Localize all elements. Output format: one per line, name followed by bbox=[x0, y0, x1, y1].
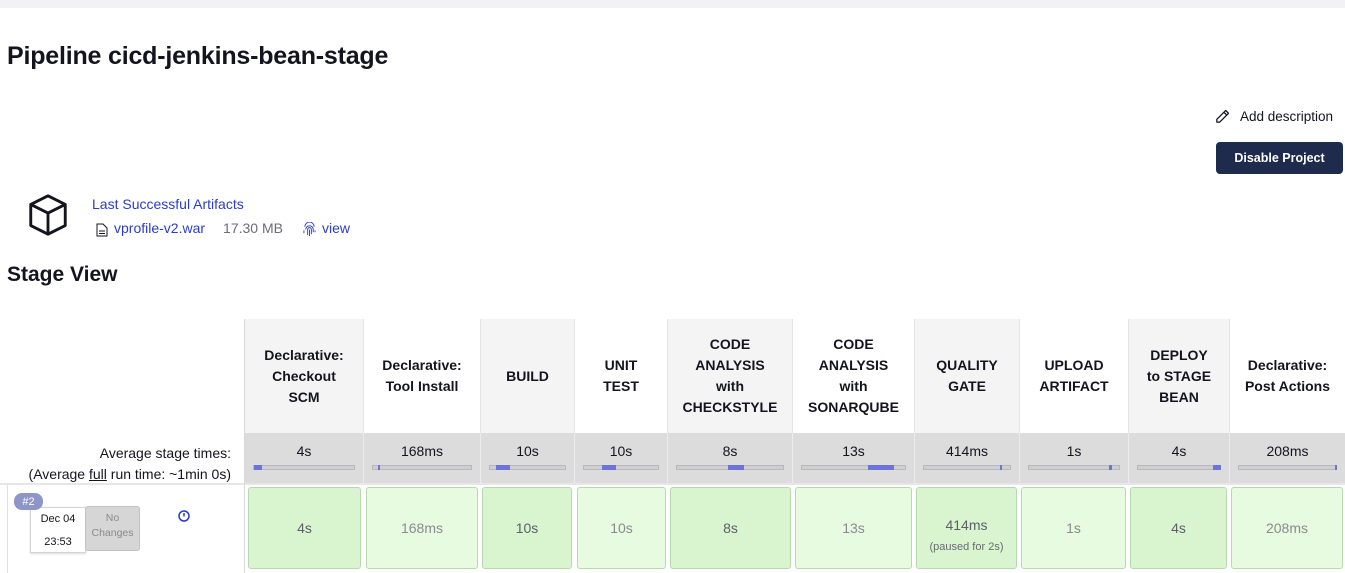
stage-result-cell[interactable]: 10s bbox=[577, 487, 666, 569]
stage-header-post-actions: Declarative: Post Actions bbox=[1230, 319, 1345, 433]
build-time: 23:53 bbox=[44, 536, 72, 548]
build-number-badge[interactable]: #2 bbox=[14, 493, 43, 510]
last-successful-artifacts-link[interactable]: Last Successful Artifacts bbox=[92, 196, 244, 212]
avg-time-cell: 8s bbox=[668, 433, 793, 483]
stage-result-cell[interactable]: 13s bbox=[795, 487, 912, 569]
stage-header-unit-test: UNIT TEST bbox=[575, 319, 668, 433]
stage-table-divider bbox=[0, 483, 1345, 485]
no-changes-box[interactable]: No Changes bbox=[85, 506, 140, 551]
stage-table-left-border bbox=[244, 319, 245, 573]
run-status-icon[interactable] bbox=[178, 510, 190, 522]
avg-time-cell: 168ms bbox=[364, 433, 481, 483]
stage-result-cell[interactable]: 4s bbox=[1130, 487, 1227, 569]
stage-header-tool-install: Declarative: Tool Install bbox=[364, 319, 481, 433]
stage-result-cell[interactable]: 414ms (paused for 2s) bbox=[916, 487, 1017, 569]
top-bar bbox=[0, 0, 1345, 8]
avg-time-cell: 4s bbox=[245, 433, 364, 483]
build-date: Dec 04 bbox=[40, 513, 76, 525]
avg-progress-bar bbox=[676, 465, 784, 470]
avg-time-cell: 208ms bbox=[1230, 433, 1345, 483]
avg-time-cell: 414ms bbox=[915, 433, 1020, 483]
stage-result-cell[interactable]: 10s bbox=[482, 487, 572, 569]
avg-progress-bar bbox=[1238, 465, 1337, 470]
build-date-box[interactable]: Dec 04 23:53 bbox=[30, 507, 86, 553]
pencil-icon bbox=[1216, 109, 1230, 123]
fingerprint-icon bbox=[303, 222, 316, 236]
avg-progress-bar bbox=[253, 465, 355, 470]
avg-progress-bar bbox=[923, 465, 1011, 470]
add-description-label: Add description bbox=[1240, 109, 1334, 124]
stage-result-cell[interactable]: 4s bbox=[248, 487, 361, 569]
avg-progress-bar bbox=[1137, 465, 1221, 470]
avg-time-cell: 4s bbox=[1129, 433, 1230, 483]
avg-time-cell: 13s bbox=[793, 433, 915, 483]
page-title: Pipeline cicd-jenkins-bean-stage bbox=[7, 42, 389, 70]
disable-project-button[interactable]: Disable Project bbox=[1216, 142, 1343, 174]
stage-result-cell[interactable]: 1s bbox=[1021, 487, 1126, 569]
stage-header-checkstyle: CODE ANALYSIS with CHECKSTYLE bbox=[668, 319, 793, 433]
artifact-file-link[interactable]: vprofile-v2.war bbox=[114, 220, 205, 236]
avg-progress-bar bbox=[801, 465, 906, 470]
stage-result-cell[interactable]: 168ms bbox=[366, 487, 478, 569]
stage-header-upload-artifact: UPLOAD ARTIFACT bbox=[1020, 319, 1129, 433]
avg-progress-bar bbox=[489, 465, 566, 470]
paused-note: (paused for 2s) bbox=[929, 541, 1004, 553]
avg-progress-bar bbox=[372, 465, 472, 470]
artifact-row: vprofile-v2.war 17.30 MB view bbox=[96, 219, 350, 237]
file-icon bbox=[96, 223, 108, 236]
package-icon bbox=[29, 194, 67, 236]
stage-header-checkout-scm: Declarative: Checkout SCM bbox=[245, 319, 364, 433]
avg-time-cell: 10s bbox=[575, 433, 668, 483]
fingerprint-view-link[interactable]: view bbox=[322, 220, 350, 236]
avg-progress-bar bbox=[1028, 465, 1120, 470]
stage-view-title: Stage View bbox=[7, 263, 118, 286]
stage-header-sonarqube: CODE ANALYSIS with SONARQUBE bbox=[793, 319, 915, 433]
avg-progress-bar bbox=[583, 465, 659, 470]
avg-time-cell: 10s bbox=[481, 433, 575, 483]
average-full-run-time: (Average full run time: ~1min 0s) bbox=[28, 466, 231, 482]
stage-result-cell[interactable]: 208ms bbox=[1231, 487, 1343, 569]
artifact-file-size: 17.30 MB bbox=[223, 220, 283, 236]
average-stage-times-label: Average stage times: (Average full run t… bbox=[29, 443, 231, 485]
stage-result-cell[interactable]: 8s bbox=[670, 487, 791, 569]
avg-time-cell: 1s bbox=[1020, 433, 1129, 483]
stage-header-build: BUILD bbox=[481, 319, 575, 433]
stage-header-deploy-stage-bean: DEPLOY to STAGE BEAN bbox=[1129, 319, 1230, 433]
build-row-left-border bbox=[7, 485, 8, 573]
add-description-button[interactable]: Add description bbox=[1214, 108, 1333, 125]
stage-header-quality-gate: QUALITY GATE bbox=[915, 319, 1020, 433]
